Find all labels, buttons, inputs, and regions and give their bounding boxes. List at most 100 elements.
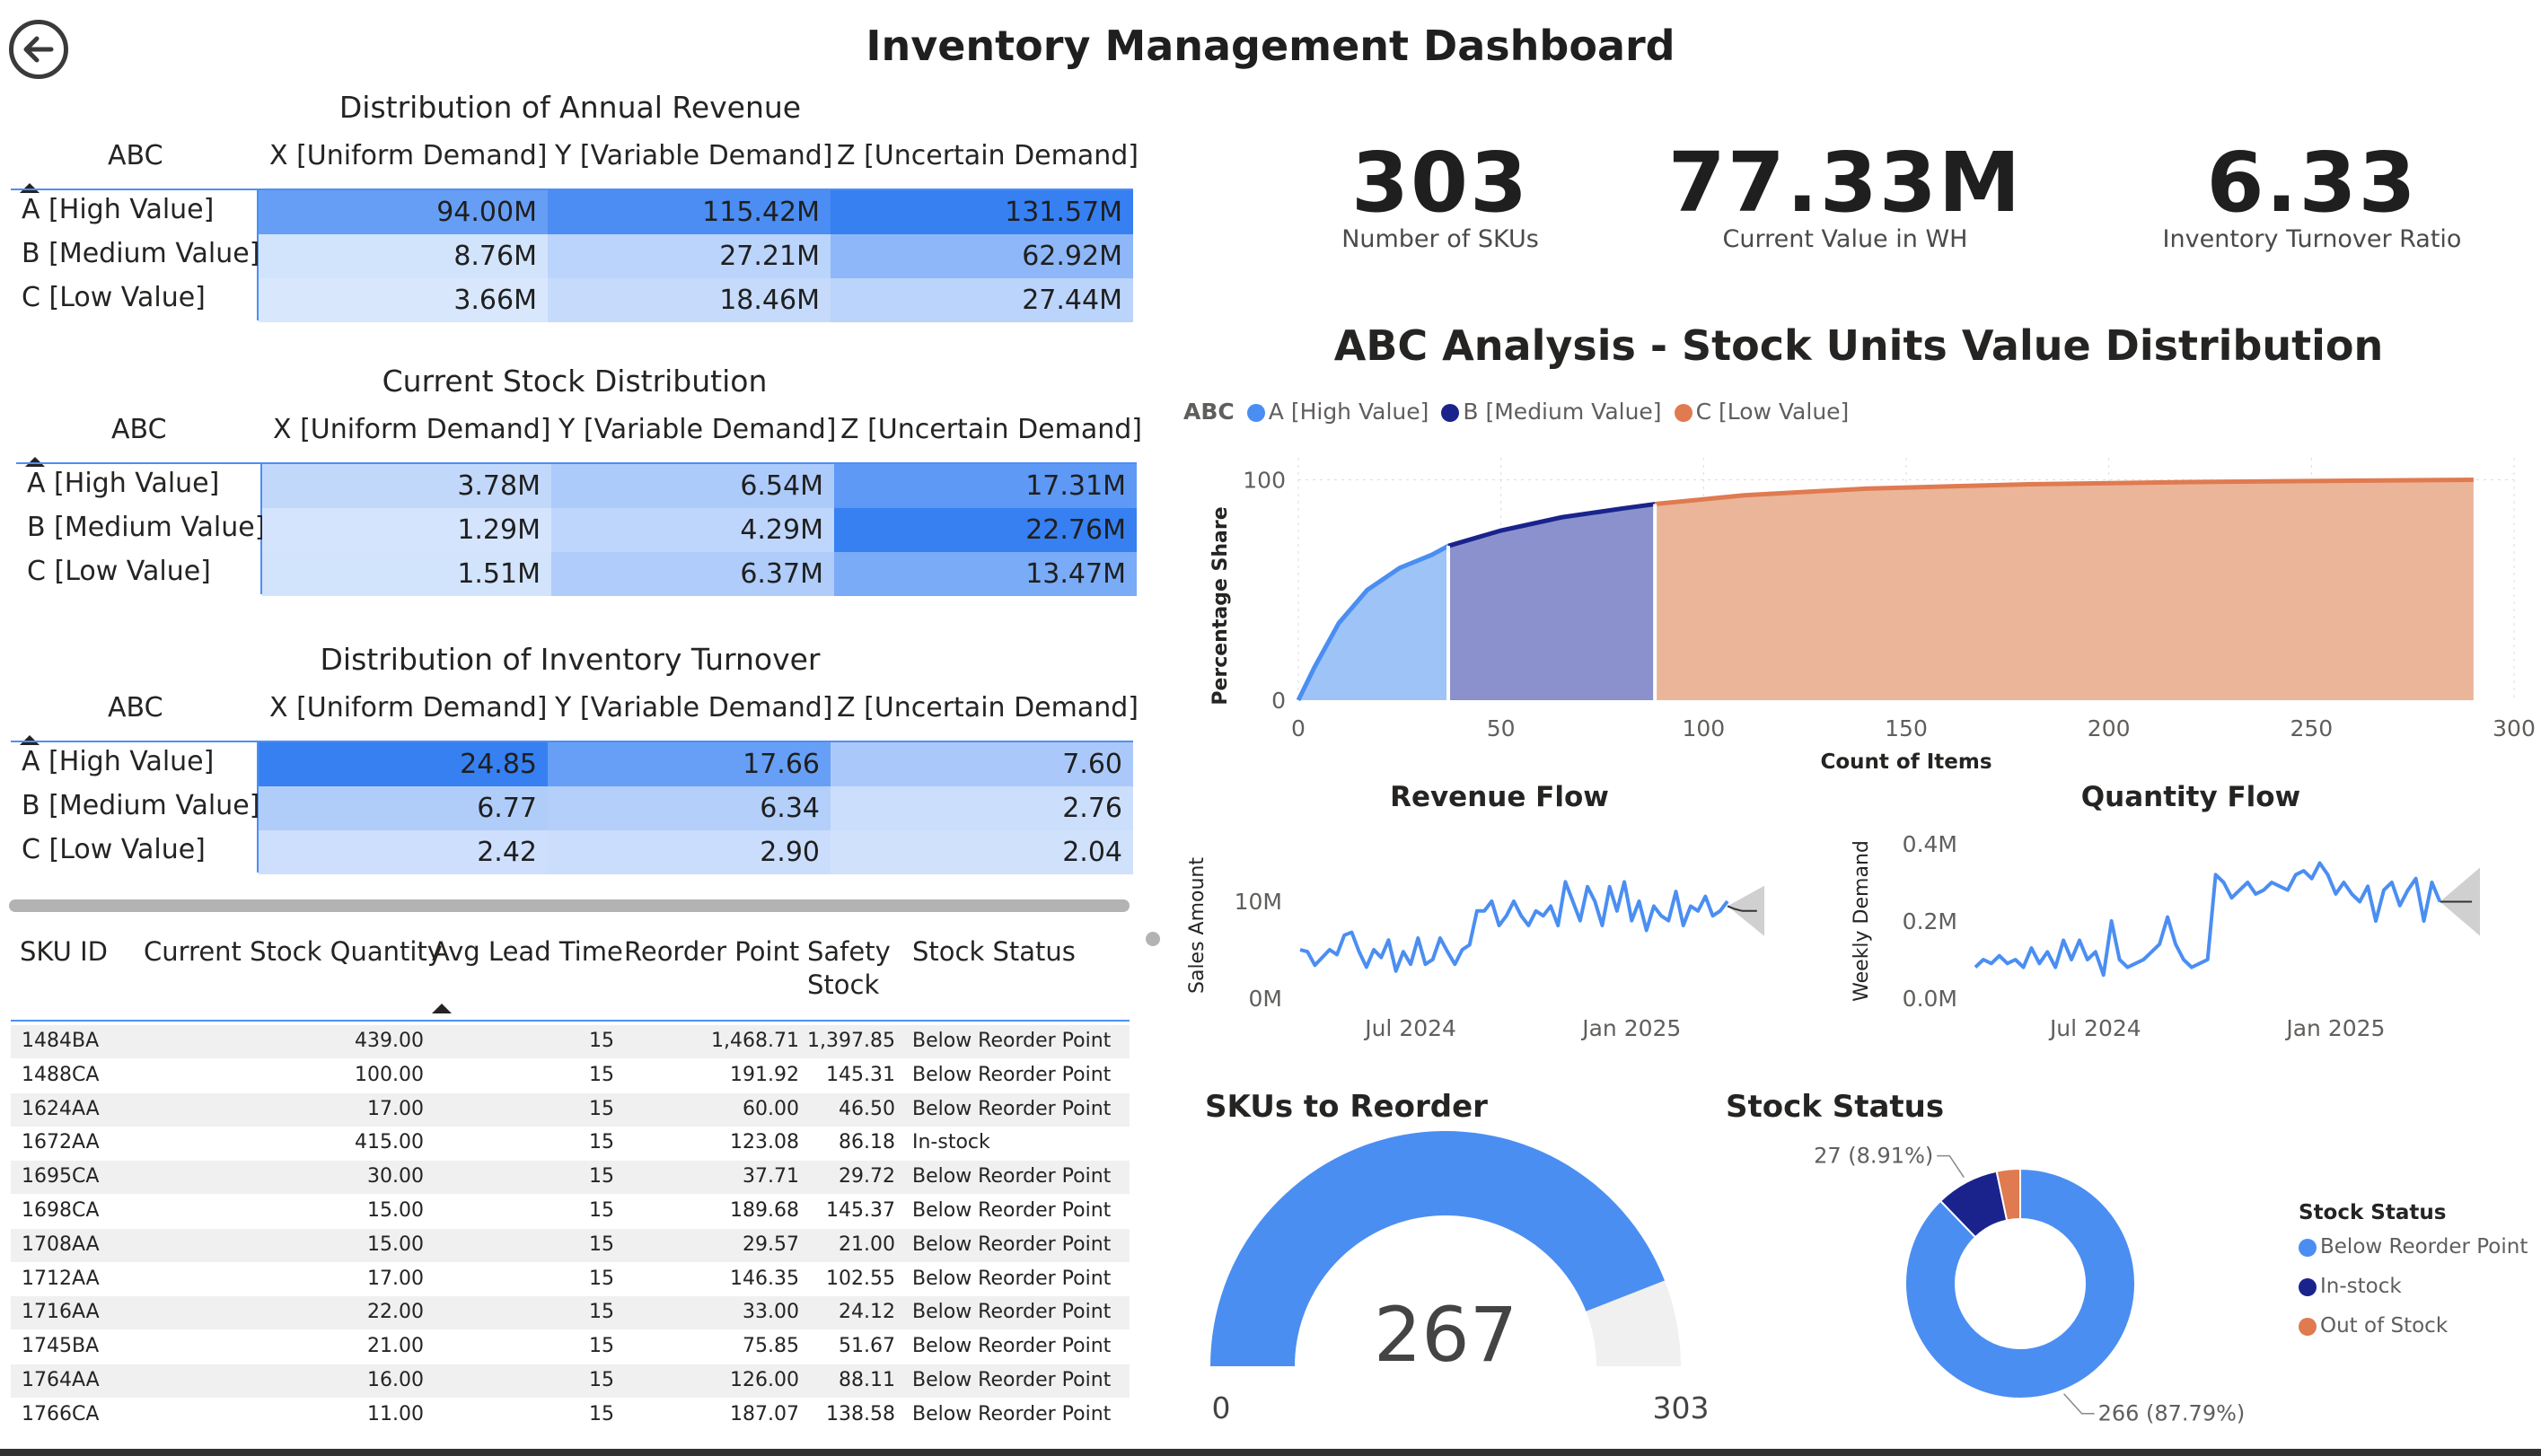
column-header-y[interactable]: Y [Variable Demand] [555,692,833,724]
column-header-abc[interactable]: ABC [108,140,163,171]
bottom-bar [0,1449,2541,1456]
row-header[interactable]: A [High Value] [22,746,214,777]
column-header-abc[interactable]: ABC [111,414,167,445]
column-header-sku-id[interactable]: SKU ID [20,936,108,967]
gauge-value: 267 [1374,1291,1517,1379]
legend-item[interactable]: Below Reorder Point [2299,1235,2528,1259]
sort-arrow-icon[interactable] [432,1004,452,1013]
matrix-cell: 1.51M [262,552,551,596]
column-header-current-stock[interactable]: Current Stock Quantity [144,936,443,967]
row-header[interactable]: C [Low Value] [22,834,206,865]
matrix-cell: 131.57M [831,190,1133,234]
cell-sku-id: 1672AA [22,1131,100,1154]
table-row[interactable]: 1716AA 22.00 15 33.00 24.12 Below Reorder Poi… [11,1296,1130,1330]
x-tick-label: 0 [1291,715,1306,741]
cell-stock-status: Below Reorder Point [912,1063,1112,1086]
cell-lead-time: 15 [589,1199,614,1222]
table-row[interactable]: 1488CA 100.00 15 191.92 145.31 Below Reorder … [11,1058,1130,1092]
y-tick-label: 0.4M [1903,831,1957,857]
cell-lead-time: 15 [589,1369,614,1391]
column-header-stock-status[interactable]: Stock Status [912,936,1076,967]
column-header-y[interactable]: Y [Variable Demand] [558,414,837,445]
table-row[interactable]: 1672AA 415.00 15 123.08 86.18 In-stock [11,1127,1130,1161]
row-header[interactable]: A [High Value] [27,468,219,499]
vertical-scroll-handle[interactable] [1146,932,1160,946]
column-header-z[interactable]: Z [Uncertain Demand] [837,140,1139,171]
cell-lead-time: 15 [589,1131,614,1154]
legend-label: In-stock [2320,1275,2402,1298]
y-axis-title: Percentage Share [1209,506,1232,705]
column-header-z[interactable]: Z [Uncertain Demand] [840,414,1142,445]
table-row[interactable]: 1698CA 15.00 15 189.68 145.37 Below Reorder P… [11,1195,1130,1228]
quantity-flow-title: Quantity Flow [2080,781,2301,813]
column-header-x[interactable]: X [Uniform Demand] [273,414,551,445]
cell-current-stock: 15.00 [367,1199,424,1222]
cell-current-stock: 17.00 [367,1097,424,1120]
cell-reorder-point: 191.92 [730,1063,799,1086]
column-header-reorder-point[interactable]: Reorder Point [624,936,799,967]
leader-line [2063,1393,2095,1415]
table-row[interactable]: 1764AA 16.00 15 126.00 88.11 Below Reorder Po… [11,1364,1130,1398]
row-header[interactable]: B [Medium Value] [27,512,265,543]
table-row[interactable]: 1745BA 21.00 15 75.85 51.67 Below Reorder Poi… [11,1330,1130,1364]
legend-item[interactable]: C [Low Value] [1674,399,1849,425]
table-row[interactable]: 1484BA 439.00 15 1,468.71 1,397.85 Below Reor… [11,1025,1130,1058]
legend-item[interactable]: A [High Value] [1246,399,1429,425]
series-line[interactable] [1974,861,2442,978]
row-header[interactable]: C [Low Value] [27,556,211,587]
cell-lead-time: 15 [589,1402,614,1425]
cell-reorder-point: 33.00 [743,1301,799,1324]
legend-marker [2299,1238,2317,1257]
column-header-x[interactable]: X [Uniform Demand] [269,140,548,171]
kpi-label: Number of SKUs [1341,225,1539,253]
cell-safety-stock: 138.58 [826,1402,895,1425]
cell-reorder-point: 29.57 [743,1232,799,1256]
matrix-cell: 17.66 [548,742,831,786]
column-header-z[interactable]: Z [Uncertain Demand] [837,692,1139,724]
matrix-cell: 2.90 [548,830,831,874]
legend-title: ABC [1183,399,1235,425]
column-header-x[interactable]: X [Uniform Demand] [269,692,548,724]
table-row[interactable]: 1712AA 17.00 15 146.35 102.55 Below Reorder P… [11,1262,1130,1296]
cell-safety-stock: 29.72 [839,1165,895,1188]
kpi-card: 77.33M Current Value in WH [1666,135,2025,253]
cell-current-stock: 17.00 [367,1267,424,1290]
legend-label: A [High Value] [1268,399,1429,425]
column-header-y[interactable]: Y [Variable Demand] [555,140,833,171]
column-header-lead-time[interactable]: Avg Lead Time [432,936,623,967]
column-header-abc[interactable]: ABC [108,692,163,724]
legend-marker [1674,404,1693,422]
legend-item[interactable]: Out of Stock [2299,1314,2528,1338]
reorder-gauge: 267 0 303 [1210,1131,1710,1425]
cell-safety-stock: 24.12 [839,1301,895,1324]
row-header[interactable]: C [Low Value] [22,282,206,313]
cell-reorder-point: 123.08 [730,1131,799,1154]
cell-stock-status: Below Reorder Point [912,1402,1112,1425]
table-row[interactable]: 1766CA 11.00 15 187.07 138.58 Below Reorder P… [11,1398,1130,1432]
cell-safety-stock: 102.55 [826,1267,895,1290]
series-line[interactable] [1299,880,1729,973]
x-tick-label: 300 [2493,715,2536,741]
cell-sku-id: 1766CA [22,1402,100,1425]
legend-item[interactable]: B [Medium Value] [1441,399,1662,425]
horizontal-scrollbar[interactable] [9,899,1130,912]
cell-stock-status: In-stock [912,1131,990,1154]
row-header[interactable]: B [Medium Value] [22,790,259,821]
row-header[interactable]: B [Medium Value] [22,238,259,269]
table-row[interactable]: 1708AA 15.00 15 29.57 21.00 Below Reorder Poi… [11,1228,1130,1262]
table-row[interactable]: 1624AA 17.00 15 60.00 46.50 Below Reorder Poi… [11,1092,1130,1127]
row-header[interactable]: A [High Value] [22,194,214,225]
revenue-matrix-title: Distribution of Annual Revenue [339,90,802,125]
y-tick-label: 10M [1235,889,1282,915]
cell-stock-status: Below Reorder Point [912,1301,1112,1324]
legend-title: Stock Status [2299,1201,2447,1224]
skus-to-reorder-title: SKUs to Reorder [1205,1089,1488,1125]
legend-item[interactable]: In-stock [2299,1275,2528,1298]
cell-safety-stock: 88.11 [839,1369,895,1391]
matrix-cell: 115.42M [548,190,831,234]
column-header-safety-stock[interactable]: Safety [807,936,891,967]
column-header-safety-stock-line2[interactable]: Stock [807,969,879,1000]
cell-safety-stock: 51.67 [839,1335,895,1358]
cell-current-stock: 22.00 [367,1301,424,1324]
table-row[interactable]: 1695CA 30.00 15 37.71 29.72 Below Reorder Poi… [11,1161,1130,1195]
